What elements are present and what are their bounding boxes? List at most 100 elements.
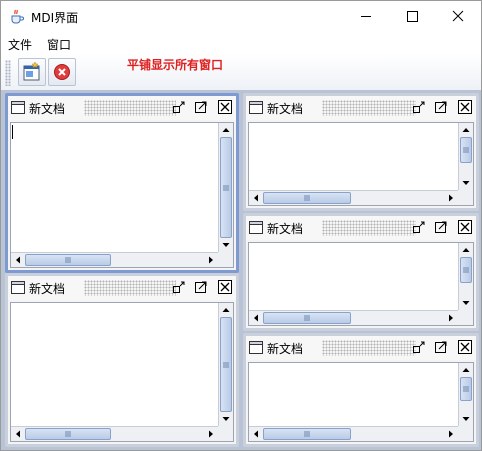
vertical-scroll-thumb[interactable] xyxy=(220,137,232,238)
vertical-scrollbar[interactable] xyxy=(458,123,473,190)
scroll-right-icon[interactable] xyxy=(204,253,218,267)
close-all-button[interactable] xyxy=(48,58,76,86)
scroll-down-icon[interactable] xyxy=(219,412,233,426)
scroll-right-icon[interactable] xyxy=(204,427,218,441)
scroll-down-icon[interactable] xyxy=(219,238,233,252)
scroll-left-icon[interactable] xyxy=(249,311,263,325)
tile-windows-label[interactable]: 平铺显示所有窗口 xyxy=(127,56,223,73)
title-bar-texture xyxy=(322,100,416,116)
horizontal-scrollbar[interactable] xyxy=(11,252,218,267)
document-text-area[interactable] xyxy=(248,362,474,442)
scroll-up-icon[interactable] xyxy=(459,123,473,137)
close-button[interactable] xyxy=(435,1,481,32)
title-bar-texture xyxy=(322,340,416,356)
horizontal-scrollbar[interactable] xyxy=(249,190,458,205)
frame-title-bar[interactable]: 新文档 xyxy=(246,96,476,120)
scroll-right-icon[interactable] xyxy=(444,427,458,441)
scroll-up-icon[interactable] xyxy=(459,363,473,377)
scroll-corner xyxy=(458,310,473,325)
scroll-left-icon[interactable] xyxy=(11,253,25,267)
iconify-icon[interactable] xyxy=(412,100,426,114)
horizontal-scrollbar[interactable] xyxy=(249,426,458,441)
vertical-scrollbar[interactable] xyxy=(218,303,233,426)
close-icon xyxy=(452,10,464,22)
scroll-up-icon[interactable] xyxy=(219,303,233,317)
horizontal-scroll-thumb[interactable] xyxy=(263,192,351,204)
desktop-pane: 新文档 新文档 新文档 新文档 新文档 xyxy=(1,90,481,450)
app-window: MDI界面 文件 窗口 平铺显示所有窗口 新文档 新文档 新文档 新文档 新文档 xyxy=(0,0,482,451)
minimize-icon xyxy=(361,16,371,17)
iconify-icon[interactable] xyxy=(412,220,426,234)
scroll-left-icon[interactable] xyxy=(249,427,263,441)
minimize-button[interactable] xyxy=(343,1,389,32)
frame-title-bar[interactable]: 新文档 xyxy=(246,216,476,240)
vertical-scrollbar[interactable] xyxy=(218,123,233,252)
horizontal-scroll-thumb[interactable] xyxy=(263,428,351,440)
scroll-right-icon[interactable] xyxy=(444,311,458,325)
scroll-up-icon[interactable] xyxy=(219,123,233,137)
frame-maximize-icon[interactable] xyxy=(434,220,448,234)
scroll-corner xyxy=(218,252,233,267)
frame-title-bar[interactable]: 新文档 xyxy=(8,96,236,120)
maximize-button[interactable] xyxy=(389,1,435,32)
internal-frame-1[interactable]: 新文档 xyxy=(5,93,239,273)
frame-title: 新文档 xyxy=(267,220,308,237)
vertical-scroll-thumb[interactable] xyxy=(460,257,472,283)
scroll-down-icon[interactable] xyxy=(459,296,473,310)
new-document-icon xyxy=(23,61,40,81)
title-bar-texture xyxy=(322,220,416,236)
vertical-scrollbar[interactable] xyxy=(458,363,473,426)
frame-icon xyxy=(249,341,263,354)
stop-close-icon xyxy=(54,64,70,80)
iconify-icon[interactable] xyxy=(172,100,186,114)
new-document-button[interactable] xyxy=(18,58,46,86)
internal-frame-2[interactable]: 新文档 xyxy=(5,273,239,447)
frame-close-icon[interactable] xyxy=(218,100,232,114)
frame-maximize-icon[interactable] xyxy=(434,340,448,354)
vertical-scroll-thumb[interactable] xyxy=(460,137,472,163)
iconify-icon[interactable] xyxy=(412,340,426,354)
frame-maximize-icon[interactable] xyxy=(194,100,208,114)
document-text-area[interactable] xyxy=(10,302,234,442)
java-cup-icon xyxy=(11,9,24,24)
frame-icon xyxy=(249,221,263,234)
internal-frame-4[interactable]: 新文档 xyxy=(243,213,479,331)
menu-bar: 文件 窗口 xyxy=(1,32,481,54)
vertical-scroll-thumb[interactable] xyxy=(460,377,472,401)
horizontal-scrollbar[interactable] xyxy=(249,310,458,325)
internal-frame-3[interactable]: 新文档 xyxy=(243,93,479,211)
horizontal-scroll-thumb[interactable] xyxy=(25,254,111,266)
iconify-icon[interactable] xyxy=(172,280,186,294)
menu-file[interactable]: 文件 xyxy=(8,36,32,53)
horizontal-scrollbar[interactable] xyxy=(11,426,218,441)
frame-icon xyxy=(11,281,25,294)
internal-frame-5[interactable]: 新文档 xyxy=(243,333,479,447)
toolbar-grip[interactable] xyxy=(5,60,11,86)
frame-title-bar[interactable]: 新文档 xyxy=(8,276,236,300)
frame-close-icon[interactable] xyxy=(458,100,472,114)
vertical-scrollbar[interactable] xyxy=(458,243,473,310)
horizontal-scroll-thumb[interactable] xyxy=(263,312,351,324)
frame-title: 新文档 xyxy=(29,100,70,117)
document-text-area[interactable] xyxy=(248,242,474,326)
scroll-right-icon[interactable] xyxy=(444,191,458,205)
frame-maximize-icon[interactable] xyxy=(434,100,448,114)
vertical-scroll-thumb[interactable] xyxy=(220,317,232,412)
horizontal-scroll-thumb[interactable] xyxy=(25,428,111,440)
document-text-area[interactable] xyxy=(10,122,234,268)
menu-window[interactable]: 窗口 xyxy=(47,36,71,53)
scroll-down-icon[interactable] xyxy=(459,412,473,426)
frame-icon xyxy=(11,101,25,114)
scroll-left-icon[interactable] xyxy=(249,191,263,205)
frame-title-bar[interactable]: 新文档 xyxy=(246,336,476,360)
frame-close-icon[interactable] xyxy=(458,340,472,354)
scroll-corner xyxy=(458,426,473,441)
frame-maximize-icon[interactable] xyxy=(194,280,208,294)
frame-close-icon[interactable] xyxy=(458,220,472,234)
frame-close-icon[interactable] xyxy=(218,280,232,294)
document-text-area[interactable] xyxy=(248,122,474,206)
scroll-up-icon[interactable] xyxy=(459,243,473,257)
scroll-down-icon[interactable] xyxy=(459,176,473,190)
text-caret xyxy=(12,125,13,139)
scroll-left-icon[interactable] xyxy=(11,427,25,441)
